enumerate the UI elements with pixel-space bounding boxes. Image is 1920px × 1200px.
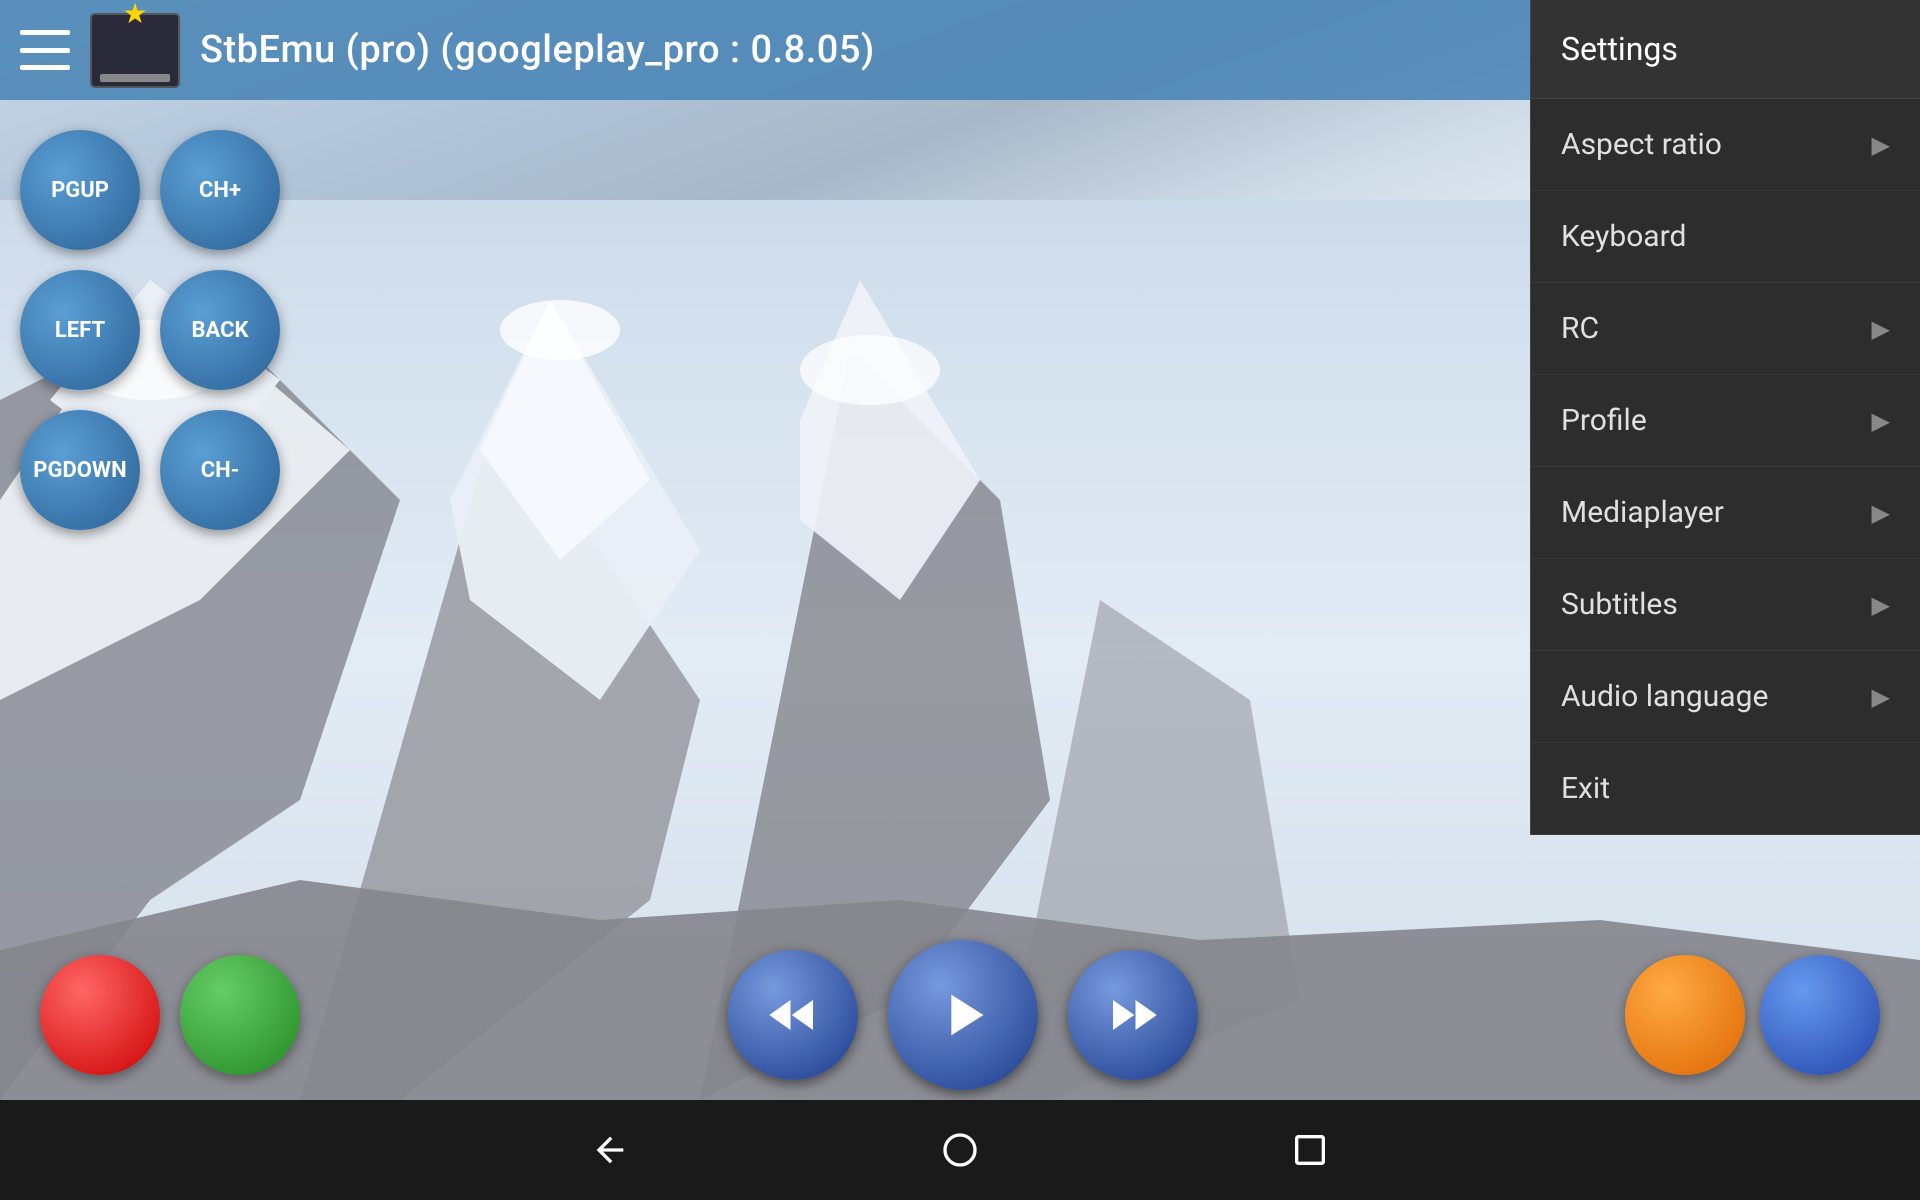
menu-item-keyboard-label: Keyboard — [1561, 219, 1686, 254]
play-icon — [928, 980, 998, 1050]
chevron-right-icon-rc: ▶ — [1872, 315, 1890, 343]
orange-button[interactable] — [1625, 955, 1745, 1075]
menu-item-aspect-ratio-label: Aspect ratio — [1561, 127, 1722, 162]
ch-minus-button[interactable]: CH- — [160, 410, 280, 530]
menu-item-profile-label: Profile — [1561, 403, 1647, 438]
left-color-buttons — [40, 955, 300, 1075]
recents-nav-icon — [1290, 1130, 1330, 1170]
playback-controls — [728, 940, 1198, 1090]
settings-title: Settings — [1531, 0, 1920, 99]
menu-item-aspect-ratio[interactable]: Aspect ratio ▶ — [1531, 99, 1920, 191]
menu-item-rc-label: RC — [1561, 311, 1599, 346]
menu-item-mediaplayer[interactable]: Mediaplayer ▶ — [1531, 467, 1920, 559]
menu-item-profile[interactable]: Profile ▶ — [1531, 375, 1920, 467]
menu-item-mediaplayer-label: Mediaplayer — [1561, 495, 1724, 530]
settings-menu: Settings Aspect ratio ▶ Keyboard RC ▶ Pr… — [1530, 0, 1920, 835]
bottom-controls-bar — [0, 940, 1920, 1090]
control-row-3: PGDOWN CH- — [20, 410, 280, 530]
menu-item-subtitles-label: Subtitles — [1561, 587, 1678, 622]
fast-forward-button[interactable] — [1068, 950, 1198, 1080]
chevron-right-icon-subtitles: ▶ — [1872, 591, 1890, 619]
rewind-icon — [763, 985, 823, 1045]
menu-item-exit[interactable]: Exit — [1531, 743, 1920, 835]
menu-item-rc[interactable]: RC ▶ — [1531, 283, 1920, 375]
app-logo — [90, 13, 180, 88]
chevron-right-icon-audio: ▶ — [1872, 683, 1890, 711]
menu-item-audio-language[interactable]: Audio language ▶ — [1531, 651, 1920, 743]
control-buttons-panel: PGUP CH+ LEFT BACK PGDOWN CH- — [20, 130, 280, 530]
menu-item-audio-language-label: Audio language — [1561, 679, 1768, 714]
red-button[interactable] — [40, 955, 160, 1075]
fast-forward-icon — [1103, 985, 1163, 1045]
back-nav-icon — [590, 1130, 630, 1170]
left-button[interactable]: LEFT — [20, 270, 140, 390]
right-color-buttons — [1625, 955, 1880, 1075]
chevron-right-icon-mediaplayer: ▶ — [1872, 499, 1890, 527]
menu-line-1 — [20, 30, 70, 35]
chevron-right-icon: ▶ — [1872, 131, 1890, 159]
app-title: StbEmu (pro) (googleplay_pro : 0.8.05) — [200, 28, 875, 72]
control-row-2: LEFT BACK — [20, 270, 280, 390]
home-nav-icon — [940, 1130, 980, 1170]
chevron-right-icon-profile: ▶ — [1872, 407, 1890, 435]
pgup-button[interactable]: PGUP — [20, 130, 140, 250]
green-button[interactable] — [180, 955, 300, 1075]
play-button[interactable] — [888, 940, 1038, 1090]
menu-line-3 — [20, 65, 70, 70]
pgdown-button[interactable]: PGDOWN — [20, 410, 140, 530]
ch-plus-button[interactable]: CH+ — [160, 130, 280, 250]
menu-item-exit-label: Exit — [1561, 771, 1610, 806]
control-row-1: PGUP CH+ — [20, 130, 280, 250]
menu-line-2 — [20, 48, 70, 53]
blue-button[interactable] — [1760, 955, 1880, 1075]
rewind-button[interactable] — [728, 950, 858, 1080]
recents-nav-button[interactable] — [1285, 1125, 1335, 1175]
home-nav-button[interactable] — [935, 1125, 985, 1175]
menu-item-keyboard[interactable]: Keyboard — [1531, 191, 1920, 283]
hamburger-menu-button[interactable] — [20, 30, 70, 70]
menu-item-subtitles[interactable]: Subtitles ▶ — [1531, 559, 1920, 651]
android-nav-bar — [0, 1100, 1920, 1200]
back-nav-button[interactable] — [585, 1125, 635, 1175]
back-button[interactable]: BACK — [160, 270, 280, 390]
